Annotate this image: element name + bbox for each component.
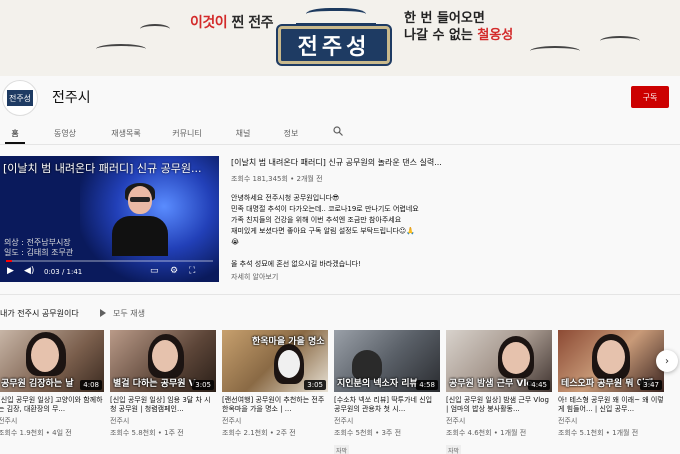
gate-roof-icon (296, 4, 376, 26)
video-thumbnail[interactable]: 테스오파 공무원 뭐 이래 3:47 (558, 330, 664, 392)
video-title[interactable]: [랜선여행] 공무원이 추천하는 전주 한옥마을 가을 명소 | ... (222, 396, 328, 414)
banner-left-text: 이것이 찐 전주 (190, 15, 274, 31)
video-title[interactable]: [수소차 넥쏘 리뷰] 딱투가네 신입 공무원의 관용차 첫 시... (334, 396, 440, 414)
tab-home[interactable]: 홈 (5, 128, 25, 139)
read-more-link[interactable]: 자세히 알아보기 (231, 272, 278, 282)
video-card[interactable]: 한옥마을 가을 명소 3:05 [랜선여행] 공무원이 추천하는 전주 한옥마을… (222, 330, 328, 438)
video-channel[interactable]: 전주시 (446, 416, 552, 426)
video-channel[interactable]: 전주시 (334, 416, 440, 426)
play-icon[interactable]: ▶ (7, 266, 14, 276)
video-time: 0:03 / 1:41 (44, 268, 83, 276)
duration-badge: 3:05 (304, 380, 326, 390)
video-card[interactable]: 공무원 밤샘 근무 Vlo 4:45 [신입 공무원 일상] 밤샘 근무 Vlo… (446, 330, 552, 454)
fullscreen-icon[interactable]: ⛶ (189, 266, 195, 276)
video-card[interactable]: 공무원 김장하는 날 4:08 [신입 공무원 일상] 고양이와 함께하는 김장… (0, 330, 104, 438)
settings-gear-icon[interactable]: ⚙ (170, 266, 178, 276)
video-meta: 조회수 4.6천회 • 1개월 전 (446, 429, 527, 437)
video-meta: 조회수 5.8천회 • 1주 전 (110, 429, 184, 437)
channel-avatar[interactable]: 전주성 (2, 80, 38, 116)
cloud-decoration (140, 24, 170, 34)
progress-fill (6, 260, 13, 262)
video-channel[interactable]: 전주시 (0, 416, 104, 426)
cloud-decoration (600, 36, 640, 46)
video-title[interactable]: 아! 테스형 공무원 왜 이래~ 왜 이렇게 힘들어... | 신입 공무... (558, 396, 664, 414)
avatar-logo: 전주성 (7, 90, 33, 106)
video-card[interactable]: 지인분의 넥소자 리뷰 4:58 [수소차 넥쏘 리뷰] 딱투가네 신입 공무원… (334, 330, 440, 454)
channel-name: 전주시 (52, 90, 91, 106)
video-meta: 조회수 2.1천회 • 2주 전 (222, 429, 296, 437)
video-title[interactable]: [신입 공무원 일상] 밤샘 근무 Vlog | 엄마의 밥상 봉사활동... (446, 396, 552, 414)
play-all-button[interactable]: 모두 재생 (100, 308, 145, 319)
video-channel[interactable]: 전주시 (558, 416, 664, 426)
video-card[interactable]: 별걸 다하는 공무원 V 3:05 [신입 공무원 일상] 임용 3달 차 시청… (110, 330, 216, 438)
player-title: [이날치 범 내려온다 패러디] 신규 공무원... (3, 162, 202, 175)
section-divider (0, 294, 680, 295)
featured-video-meta: 조회수 181,345회 • 2개월 전 (231, 175, 323, 183)
tab-videos[interactable]: 동영상 (50, 128, 80, 139)
video-channel[interactable]: 전주시 (110, 416, 216, 426)
video-title[interactable]: [신입 공무원 일상] 고양이와 함께하는 김장, 대환장의 무... (0, 396, 104, 414)
video-card[interactable]: 테스오파 공무원 뭐 이래 3:47 아! 테스형 공무원 왜 이래~ 왜 이렇… (558, 330, 664, 438)
search-icon[interactable] (333, 126, 343, 136)
banner-sign: 전주성 (278, 26, 390, 64)
shelf-title[interactable]: 내가 전주시 공무원이다 (0, 308, 79, 319)
subtitles-badge: 자막 (446, 445, 462, 454)
video-title[interactable]: [신입 공무원 일상] 임용 3달 차 시청 공무원 | 청렴캠페인... (110, 396, 216, 414)
video-thumbnail[interactable]: 공무원 밤샘 근무 Vlo 4:45 (446, 330, 552, 392)
featured-video-title[interactable]: [이날치 범 내려온다 패러디] 신규 공무원의 놀라운 댄스 실력... (231, 157, 442, 168)
video-meta: 조회수 5천회 • 3주 전 (334, 429, 402, 437)
featured-video-player[interactable]: [이날치 범 내려온다 패러디] 신규 공무원... (0, 156, 219, 282)
duration-badge: 4:45 (528, 380, 550, 390)
cloud-decoration (530, 46, 580, 56)
progress-bar[interactable] (6, 260, 213, 262)
chevron-right-icon: › (665, 355, 669, 367)
tab-channels[interactable]: 채널 (232, 128, 254, 139)
captions-icon[interactable]: ▭ (150, 266, 159, 276)
subscribe-button[interactable]: 구독 (631, 86, 669, 108)
cloud-decoration (96, 44, 146, 54)
tab-about[interactable]: 정보 (280, 128, 302, 139)
volume-icon[interactable]: ◀) (24, 266, 34, 276)
video-caption: 의상 : 전주남부시장 일도 : 김태희 조무관 (4, 238, 74, 257)
duration-badge: 3:47 (640, 380, 662, 390)
featured-video-description: 안녕하세요 전주시청 공무원입니다😎 민족 대명절 추석이 다가오는데.. 코로… (231, 194, 419, 268)
duration-badge: 4:08 (80, 380, 102, 390)
shelf-next-button[interactable]: › (656, 350, 678, 372)
video-meta: 조회수 5.1천회 • 1개월 전 (558, 429, 639, 437)
subtitles-badge: 자막 (334, 445, 350, 454)
tab-playlists[interactable]: 재생목록 (108, 128, 144, 139)
video-thumbnail[interactable]: 공무원 김장하는 날 4:08 (0, 330, 104, 392)
video-channel[interactable]: 전주시 (222, 416, 328, 426)
duration-badge: 4:58 (416, 380, 438, 390)
channel-banner: 이것이 찐 전주 전주성 한 번 들어오면 나갈 수 없는 철옹성 (0, 0, 680, 76)
tabs-divider (0, 144, 680, 145)
video-thumbnail[interactable]: 한옥마을 가을 명소 3:05 (222, 330, 328, 392)
video-thumbnail[interactable]: 별걸 다하는 공무원 V 3:05 (110, 330, 216, 392)
play-icon (100, 309, 106, 317)
video-thumbnail[interactable]: 지인분의 넥소자 리뷰 4:58 (334, 330, 440, 392)
tab-community[interactable]: 커뮤니티 (168, 128, 206, 139)
video-meta: 조회수 1.9천회 • 4일 전 (0, 429, 72, 437)
banner-right-text: 한 번 들어오면 나갈 수 없는 철옹성 (404, 11, 514, 43)
video-person (112, 183, 168, 256)
duration-badge: 3:05 (192, 380, 214, 390)
